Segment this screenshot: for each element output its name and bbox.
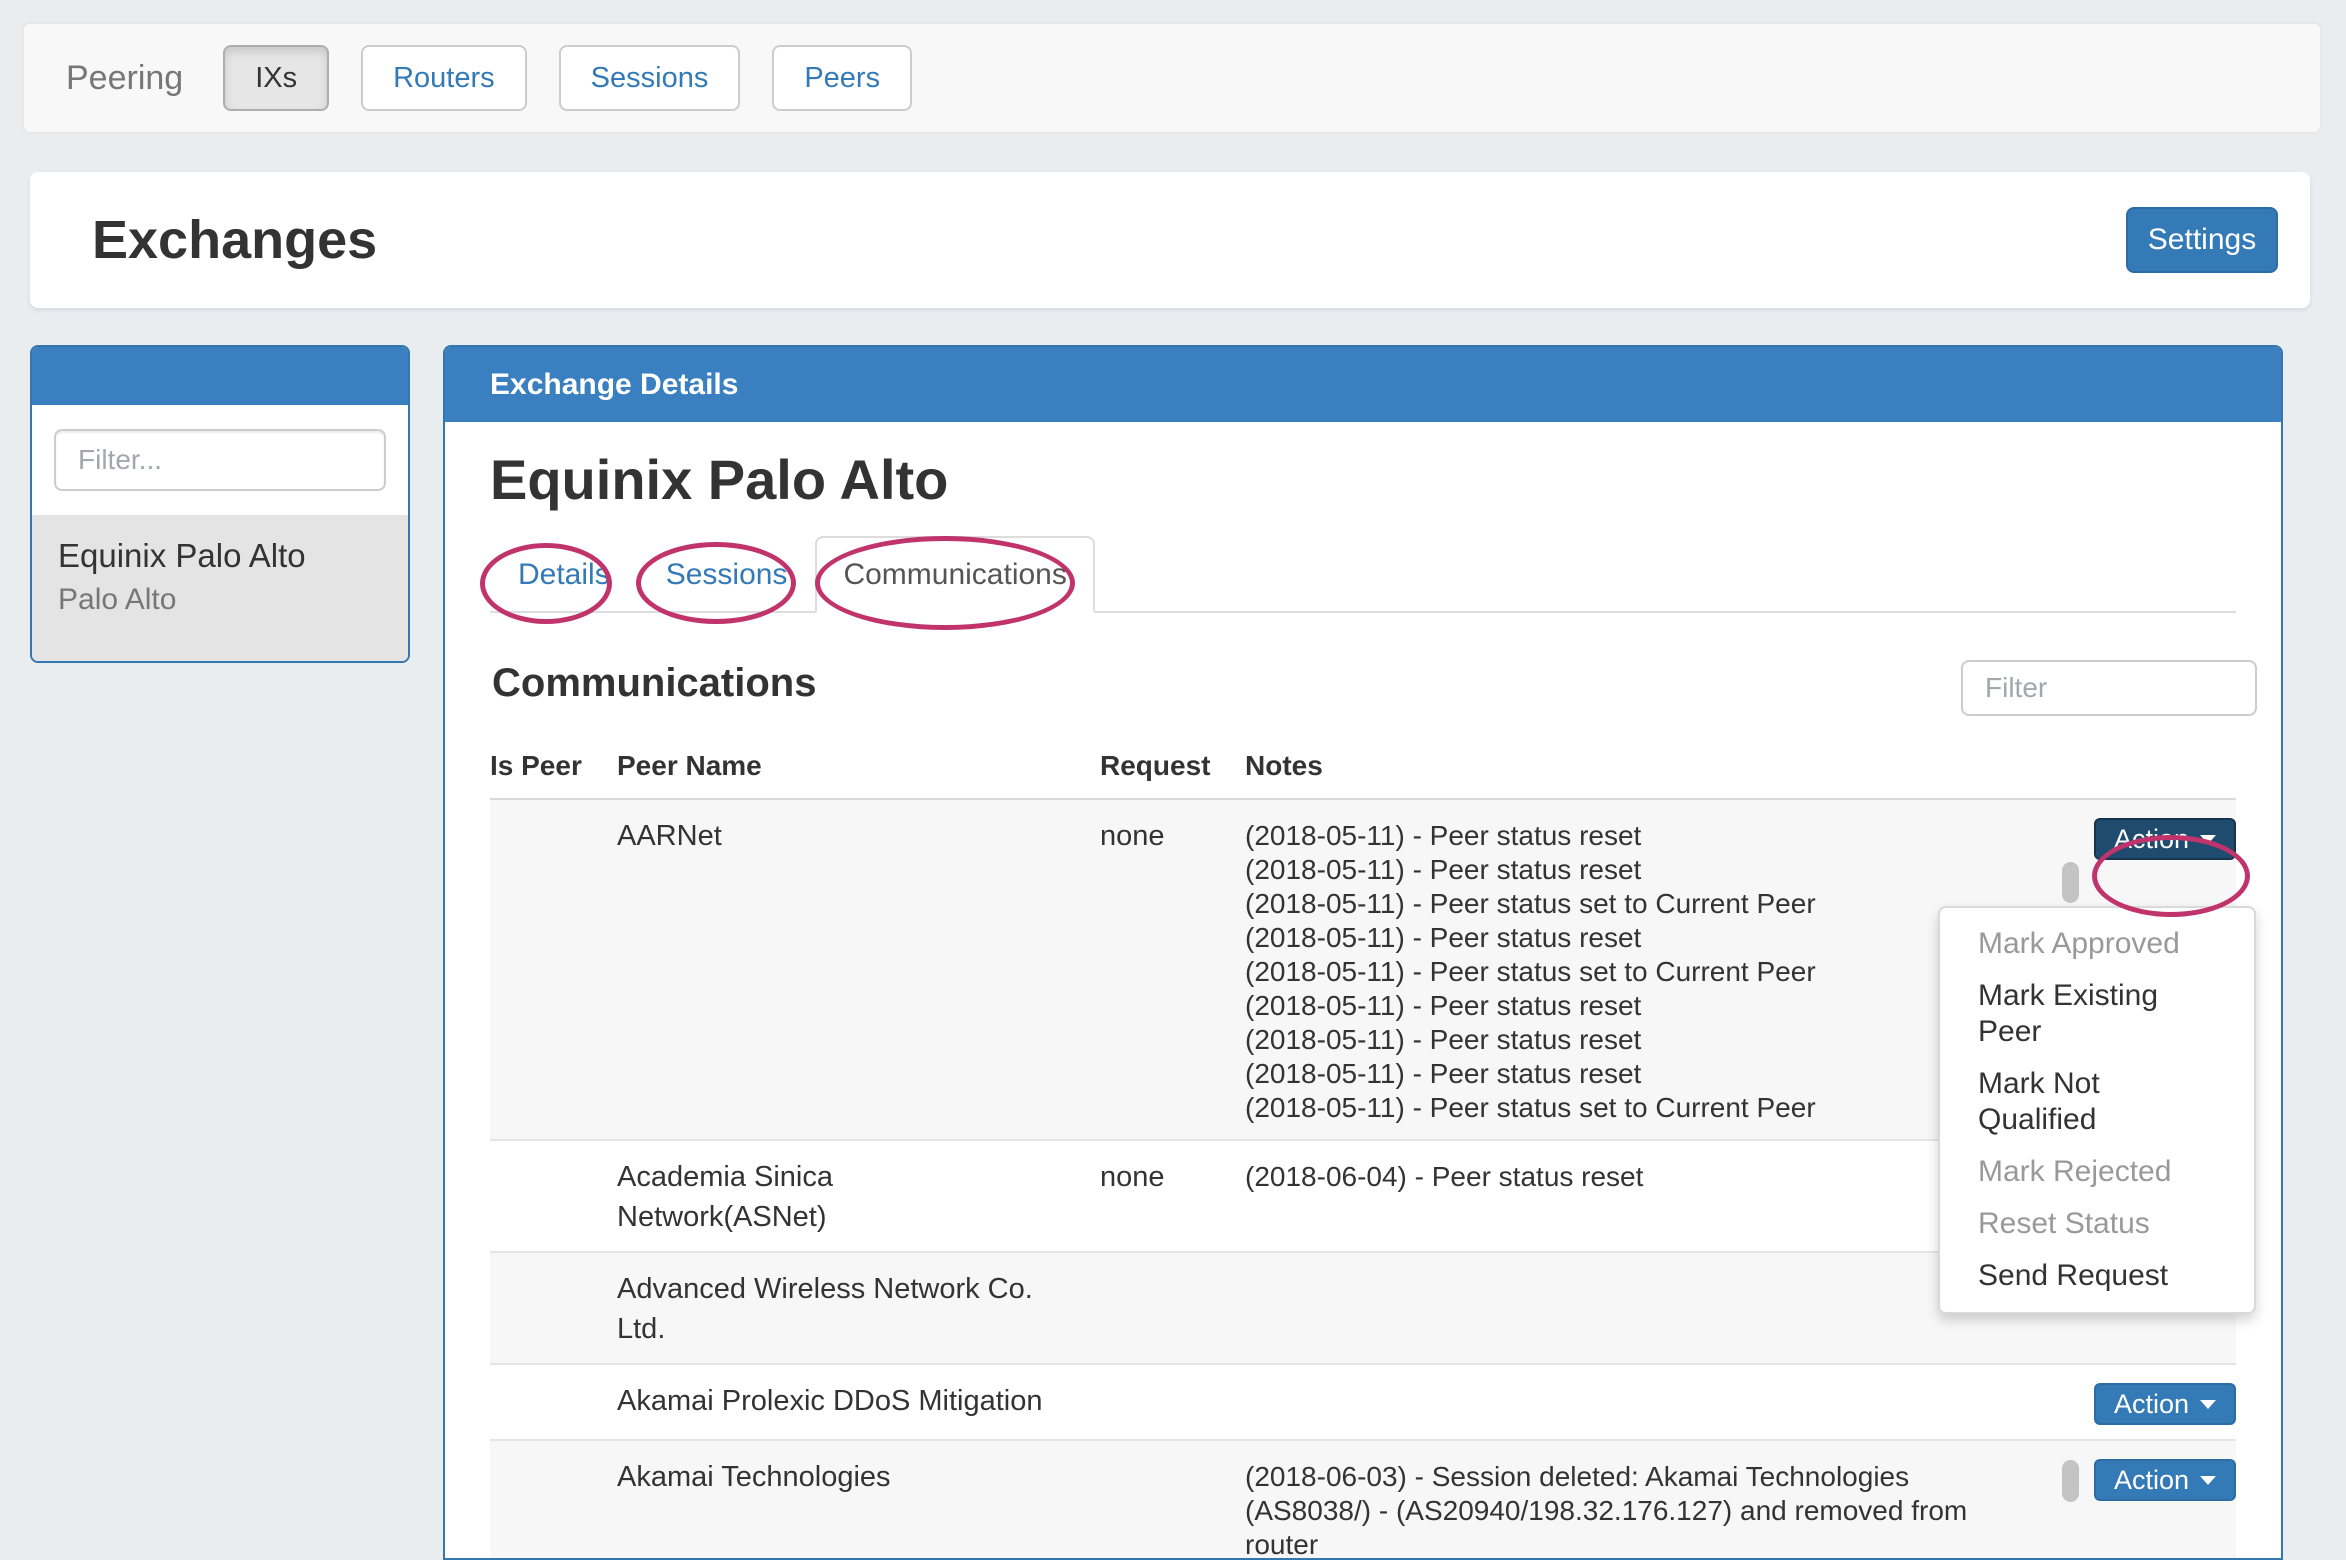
page: { "navbar": { "brand": "Peering", "butto… <box>0 0 2346 1560</box>
column-header-notes: Notes <box>1245 750 2040 782</box>
tab-details[interactable]: Details <box>490 536 638 613</box>
peer-name-cell: Akamai Prolexic DDoS Mitigation <box>617 1381 1100 1425</box>
note-line: (2018-06-04) - Peer status reset <box>1245 1160 2040 1194</box>
top-navbar: Peering IXs Routers Sessions Peers <box>22 22 2322 134</box>
is-peer-cell <box>490 1157 617 1237</box>
page-header-panel: Exchanges Settings <box>30 172 2310 308</box>
sidebar-filter-wrap <box>32 405 408 515</box>
nav-button-sessions[interactable]: Sessions <box>559 45 741 111</box>
action-dropdown-button[interactable]: Action <box>2094 1383 2236 1425</box>
note-line: (2018-05-11) - Peer status reset <box>1245 853 2040 887</box>
notes-scrollbar-thumb[interactable] <box>2062 862 2079 903</box>
exchange-details-panel-header: Exchange Details <box>445 347 2281 422</box>
note-line: (2018-06-03) - Session deleted: Akamai T… <box>1245 1460 2040 1560</box>
note-line: (2018-05-11) - Peer status reset <box>1245 819 2040 853</box>
action-cell: Action <box>2040 1381 2236 1425</box>
communications-filter-input[interactable] <box>1961 660 2257 716</box>
page-title: Exchanges <box>92 209 377 271</box>
is-peer-cell <box>490 816 617 1125</box>
nav-button-peers[interactable]: Peers <box>772 45 912 111</box>
menu-item-mark-rejected: Mark Rejected <box>1940 1146 2254 1198</box>
is-peer-cell <box>490 1381 617 1425</box>
sidebar-item-equinix-palo-alto[interactable]: Equinix Palo Alto Palo Alto <box>32 515 408 662</box>
request-cell: none <box>1100 1157 1245 1237</box>
brand-peering: Peering <box>66 59 183 98</box>
notes-cell: (2018-06-04) - Peer status reset <box>1245 1157 2040 1237</box>
menu-item-mark-existing-peer[interactable]: Mark Existing Peer <box>1940 970 2254 1058</box>
note-line: (2018-05-11) - Peer status reset <box>1245 1023 2040 1057</box>
note-line: (2018-05-11) - Peer status set to Curren… <box>1245 1091 2040 1125</box>
is-peer-cell <box>490 1269 617 1349</box>
column-header-peer-name: Peer Name <box>617 750 1100 782</box>
exchange-list-panel-header <box>32 347 408 405</box>
peer-name-cell: Advanced Wireless Network Co. Ltd. <box>617 1269 1100 1349</box>
caret-down-icon <box>2200 835 2216 844</box>
action-dropdown-button[interactable]: Action <box>2094 1459 2236 1501</box>
request-cell <box>1100 1381 1245 1425</box>
note-line: (2018-05-11) - Peer status reset <box>1245 1057 2040 1091</box>
notes-cell <box>1245 1381 2040 1425</box>
action-dropdown-menu: Mark Approved Mark Existing Peer Mark No… <box>1938 906 2256 1314</box>
column-header-is-peer: Is Peer <box>490 750 617 782</box>
panel-header-title: Exchange Details <box>490 368 738 402</box>
caret-down-icon <box>2200 1476 2216 1485</box>
exchange-name: Equinix Palo Alto <box>58 537 382 575</box>
notes-cell: (2018-06-03) - Session deleted: Akamai T… <box>1245 1457 2040 1560</box>
table-row: Akamai Technologies (2018-06-03) - Sessi… <box>490 1441 2236 1560</box>
peer-name-cell: Academia Sinica Network(ASNet) <box>617 1157 1100 1237</box>
action-dropdown-button[interactable]: Action <box>2094 818 2236 860</box>
table-row: Akamai Prolexic DDoS Mitigation Action <box>490 1365 2236 1441</box>
tab-bar: Details Sessions Communications <box>490 536 2236 613</box>
notes-cell: (2018-05-11) - Peer status reset(2018-05… <box>1245 816 2040 1125</box>
action-button-label: Action <box>2114 824 2189 855</box>
request-cell <box>1100 1457 1245 1560</box>
column-header-request: Request <box>1100 750 1245 782</box>
menu-item-reset-status: Reset Status <box>1940 1198 2254 1250</box>
exchange-list-panel: Equinix Palo Alto Palo Alto <box>30 345 410 663</box>
notes-scrollbar-thumb[interactable] <box>2062 1460 2079 1502</box>
menu-item-send-request[interactable]: Send Request <box>1940 1250 2254 1302</box>
exchange-city: Palo Alto <box>58 583 382 617</box>
exchange-title: Equinix Palo Alto <box>490 452 2236 508</box>
note-line: (2018-05-11) - Peer status set to Curren… <box>1245 955 2040 989</box>
sidebar-filter-input[interactable] <box>54 429 386 491</box>
request-cell: none <box>1100 816 1245 1125</box>
nav-button-routers[interactable]: Routers <box>361 45 527 111</box>
request-cell <box>1100 1269 1245 1349</box>
table-header-row: Is Peer Peer Name Request Notes <box>490 750 2236 800</box>
notes-cell <box>1245 1269 2040 1349</box>
peer-name-cell: Akamai Technologies <box>617 1457 1100 1560</box>
tab-sessions[interactable]: Sessions <box>638 536 816 613</box>
note-line: (2018-05-11) - Peer status set to Curren… <box>1245 887 2040 921</box>
action-button-label: Action <box>2114 1465 2189 1496</box>
note-line: (2018-05-11) - Peer status reset <box>1245 989 2040 1023</box>
tab-communications[interactable]: Communications <box>815 536 1094 613</box>
settings-button[interactable]: Settings <box>2126 207 2278 273</box>
action-button-label: Action <box>2114 1389 2189 1420</box>
column-header-actions <box>2040 750 2236 782</box>
note-line: (2018-05-11) - Peer status reset <box>1245 921 2040 955</box>
nav-button-ixs[interactable]: IXs <box>223 45 329 111</box>
is-peer-cell <box>490 1457 617 1560</box>
menu-item-mark-not-qualified[interactable]: Mark Not Qualified <box>1940 1058 2254 1146</box>
peer-name-cell: AARNet <box>617 816 1100 1125</box>
caret-down-icon <box>2200 1400 2216 1409</box>
menu-item-mark-approved: Mark Approved <box>1940 918 2254 970</box>
